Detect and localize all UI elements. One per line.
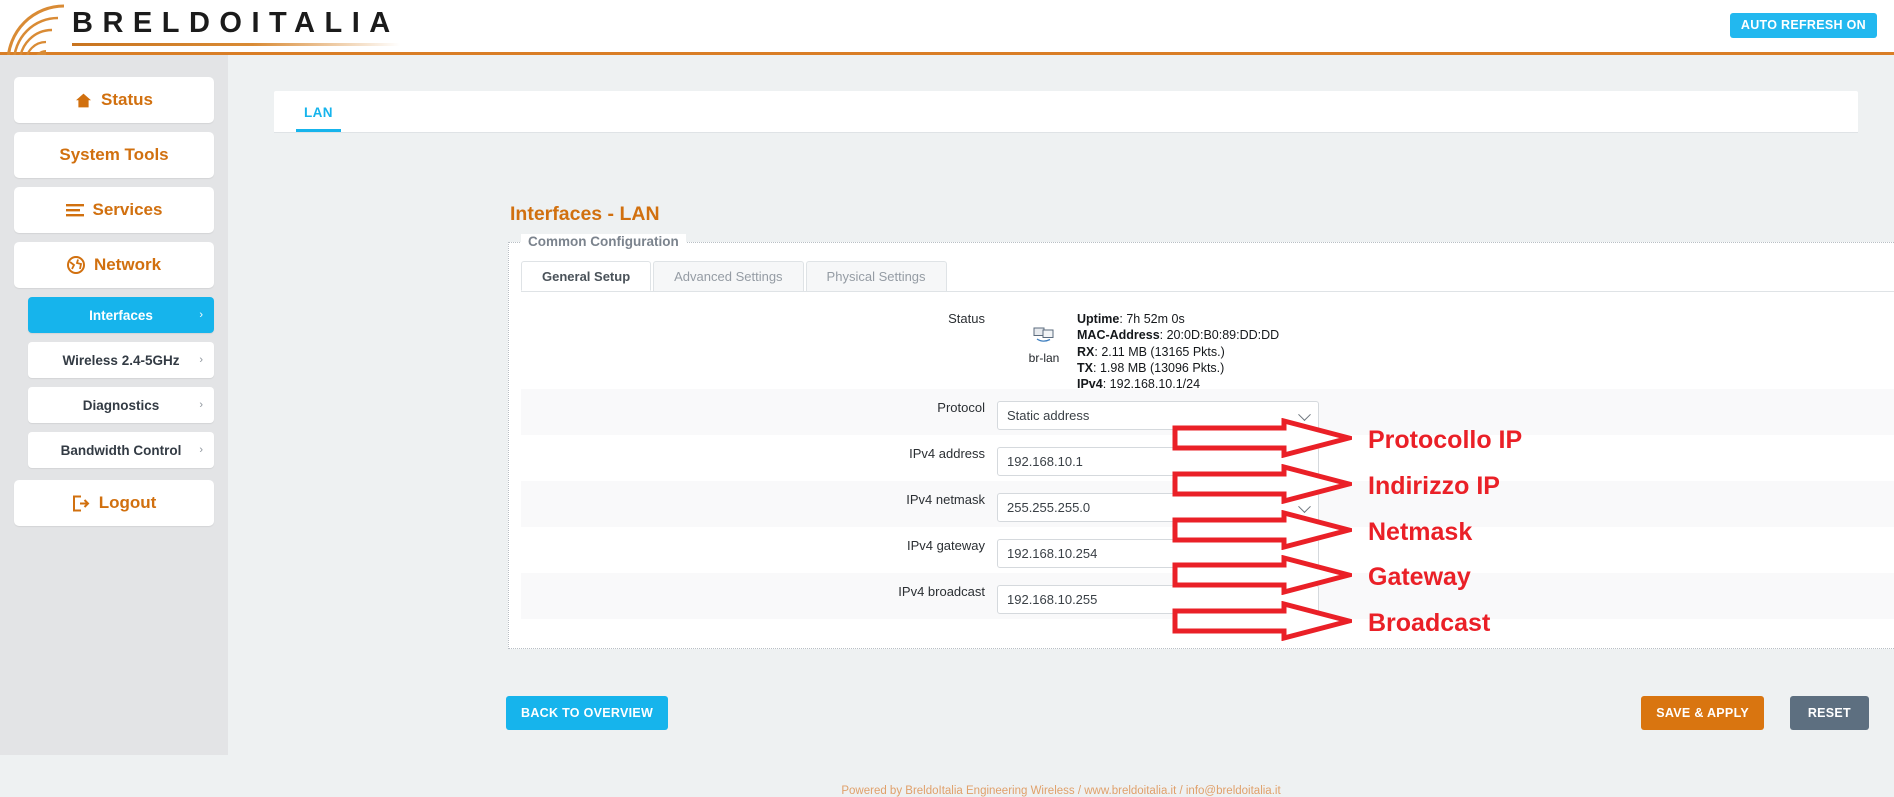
annotation-netmask: Netmask — [1172, 509, 1473, 555]
chevron-right-icon: › — [199, 354, 203, 366]
tabbar: LAN — [274, 91, 1858, 133]
sidebar-subitem-label: Diagnostics — [82, 397, 160, 413]
sidebar-item-bandwidth-control[interactable]: Bandwidth Control › — [28, 432, 214, 468]
sidebar-item-interfaces[interactable]: Interfaces › — [28, 297, 214, 333]
tab-advanced-settings[interactable]: Advanced Settings — [653, 261, 804, 291]
sidebar-item-label: System Tools — [59, 145, 169, 164]
auto-refresh-button[interactable]: AUTO REFRESH ON — [1729, 13, 1877, 38]
arrow-right-icon — [1172, 509, 1359, 555]
protocol-value: Static address — [1007, 408, 1090, 423]
status-body: br-lan Uptime: 7h 52m 0s MAC-Address: 20… — [997, 311, 1280, 392]
arrow-right-icon — [1172, 600, 1359, 646]
status-line: MAC-Address: 20:0D:B0:89:DD:DD — [1077, 328, 1280, 343]
interface-name: br-lan — [1028, 351, 1060, 365]
reset-button[interactable]: RESET — [1789, 696, 1869, 730]
sidebar-subitem-label: Wireless 2.4-5GHz — [62, 352, 180, 368]
arrow-right-icon — [1172, 463, 1359, 509]
annotation-label: Netmask — [1368, 518, 1473, 546]
ipv4-gateway-label: IPv4 gateway — [906, 538, 985, 553]
sidebar-item-status[interactable]: Status — [14, 77, 214, 123]
sidebar-item-label: Services — [92, 200, 163, 219]
sidebar-item-wireless[interactable]: Wireless 2.4-5GHz › — [28, 342, 214, 378]
ipv4-gateway-value: 192.168.10.254 — [1007, 546, 1098, 561]
tab-panel: LAN — [274, 91, 1858, 133]
annotation-label: Broadcast — [1368, 609, 1491, 637]
globe-icon — [66, 256, 85, 274]
sidebar-item-services[interactable]: Services — [14, 187, 214, 233]
status-line: Uptime: 7h 52m 0s — [1077, 312, 1185, 326]
signal-arcs-icon — [0, 0, 68, 55]
chevron-right-icon: › — [199, 444, 203, 456]
home-icon — [75, 92, 92, 109]
annotation-broadcast: Broadcast — [1172, 600, 1491, 646]
status-row: Status br-lan Uptime: 7h 52m 0s MAC-Addr… — [521, 293, 1894, 392]
inner-tabbar: General Setup Advanced Settings Physical… — [521, 261, 1894, 292]
annotation-gateway: Gateway — [1172, 554, 1471, 600]
logo-text: BRELDOITALIA — [72, 7, 400, 39]
sidebar-item-network[interactable]: Network — [14, 242, 214, 288]
sidebar-item-logout[interactable]: Logout — [14, 480, 214, 526]
sidebar-item-system-tools[interactable]: System Tools — [14, 132, 214, 178]
tab-physical-settings[interactable]: Physical Settings — [805, 261, 947, 291]
fieldset-legend: Common Configuration — [521, 234, 686, 249]
status-line: TX: 1.98 MB (13096 Pkts.) — [1077, 360, 1225, 375]
arrow-right-icon — [1172, 417, 1359, 463]
footer: Powered by BreldoItalia Engineering Wire… — [841, 785, 1281, 797]
main-content: LAN Interfaces - LAN Common Configuratio… — [228, 55, 1894, 797]
annotation-protocol: Protocollo IP — [1172, 417, 1523, 463]
tab-general-setup[interactable]: General Setup — [521, 261, 652, 291]
list-icon — [65, 203, 84, 218]
sidebar-item-label: Status — [101, 90, 153, 109]
chevron-right-icon: › — [199, 309, 203, 321]
status-lines: Uptime: 7h 52m 0s MAC-Address: 20:0D:B0:… — [1077, 311, 1279, 392]
logout-icon — [72, 495, 90, 512]
annotation-address: Indirizzo IP — [1172, 463, 1500, 509]
app-header: BRELDOITALIA AUTO REFRESH ON — [0, 0, 1894, 55]
annotation-label: Protocollo IP — [1368, 426, 1523, 454]
chevron-right-icon: › — [199, 399, 203, 411]
sidebar-subitem-label: Interfaces — [89, 307, 153, 323]
status-line: RX: 2.11 MB (13165 Pkts.) — [1077, 344, 1225, 359]
ipv4-netmask-label: IPv4 netmask — [906, 492, 985, 507]
sidebar-item-label: Logout — [98, 493, 157, 512]
logo: BRELDOITALIA — [0, 0, 400, 55]
network-interface-icon — [1033, 327, 1055, 348]
annotation-label: Indirizzo IP — [1368, 472, 1500, 500]
sidebar-subitem-label: Bandwidth Control — [60, 442, 182, 458]
protocol-label: Protocol — [937, 400, 985, 415]
annotation-label: Gateway — [1368, 563, 1471, 591]
sidebar-item-label: Network — [93, 255, 162, 274]
ipv4-address-value: 192.168.10.1 — [1007, 454, 1083, 469]
logo-underline — [72, 43, 400, 46]
save-and-apply-button[interactable]: SAVE & APPLY — [1641, 696, 1764, 730]
ipv4-broadcast-label: IPv4 broadcast — [898, 584, 985, 599]
tab-lan[interactable]: LAN — [296, 105, 341, 132]
sidebar-item-diagnostics[interactable]: Diagnostics › — [28, 387, 214, 423]
back-to-overview-button[interactable]: BACK TO OVERVIEW — [506, 696, 669, 730]
interface-column: br-lan — [1011, 311, 1077, 365]
ipv4-address-label: IPv4 address — [909, 446, 985, 461]
ipv4-netmask-value: 255.255.255.0 — [1007, 500, 1091, 515]
ipv4-broadcast-value: 192.168.10.255 — [1007, 592, 1098, 607]
sidebar: Status System Tools Services Network Int… — [0, 55, 228, 755]
page-title: Interfaces - LAN — [510, 203, 660, 225]
status-label: Status — [948, 311, 985, 326]
arrow-right-icon — [1172, 554, 1359, 600]
